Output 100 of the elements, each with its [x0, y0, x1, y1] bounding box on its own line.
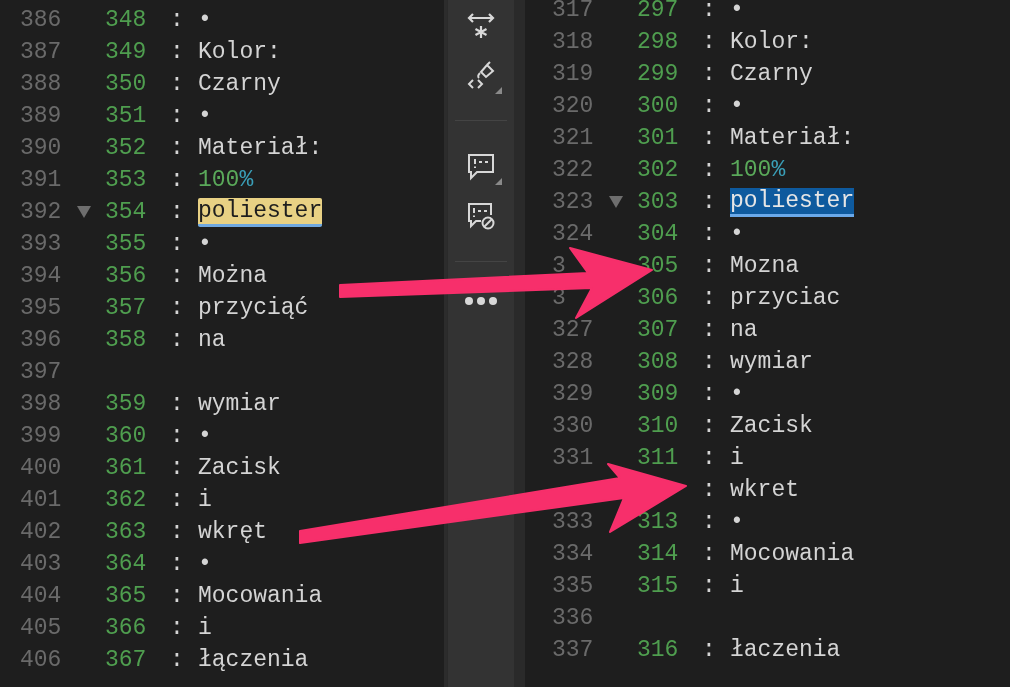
line-number: 396 [20, 326, 62, 353]
line-number: 405 [20, 614, 62, 641]
code-text: i [198, 615, 212, 641]
reference-number: 304 [637, 220, 679, 247]
line-number: 397 [20, 358, 62, 385]
separator-colon: : [702, 252, 716, 279]
reference-number: 308 [637, 348, 679, 375]
separator-colon: : [170, 70, 184, 97]
separator-colon: : [170, 230, 184, 257]
reference-number: 314 [637, 540, 679, 567]
line-number: 333 [552, 508, 594, 535]
comment-blocked-icon [466, 201, 496, 231]
code-text: łaczenia [730, 637, 841, 663]
separator-colon: : [170, 38, 184, 65]
separator-colon: : [702, 412, 716, 439]
reference-number: 349 [105, 38, 147, 65]
highlighted-text: poliester [198, 197, 323, 227]
code-text: przyciąć [198, 295, 309, 321]
reference-number: 355 [105, 230, 147, 257]
reference-number: 365 [105, 582, 147, 609]
reference-number: 367 [105, 646, 147, 673]
code-text: • [198, 103, 212, 129]
line-number: 387 [20, 38, 62, 65]
line-number: 323 [552, 188, 594, 215]
line-number: 329 [552, 380, 594, 407]
reference-number: 303 [637, 188, 679, 215]
code-text: wkręt [198, 519, 267, 545]
code-text: Kolor: [198, 39, 281, 65]
paint-bucket-code-icon [466, 60, 496, 90]
reference-number: 364 [105, 550, 147, 577]
reference-number: 348 [105, 6, 147, 33]
separator-colon: : [702, 60, 716, 87]
code-text: Zacisk [730, 413, 813, 439]
line-number: 402 [20, 518, 62, 545]
separator-colon: : [170, 518, 184, 545]
code-text: Materiał: [730, 125, 855, 151]
code-text: Mocowania [730, 541, 855, 567]
reference-number: 366 [105, 614, 147, 641]
line-number: 393 [20, 230, 62, 257]
separator-colon: : [170, 646, 184, 673]
code-text: wymiar [198, 391, 281, 417]
reference-number: 301 [637, 124, 679, 151]
reference-number: 297 [637, 0, 679, 23]
line-number: 334 [552, 540, 594, 567]
separator-colon: : [170, 262, 184, 289]
separator-colon: : [702, 540, 716, 567]
code-text: Można [198, 263, 267, 289]
line-number: 328 [552, 348, 594, 375]
line-number: 406 [20, 646, 62, 673]
splitter-bar[interactable] [515, 0, 525, 687]
separator-colon: : [170, 582, 184, 609]
reference-number: 357 [105, 294, 147, 321]
line-number: 335 [552, 572, 594, 599]
code-text: i [730, 573, 744, 599]
swap-arrows-icon [466, 10, 496, 40]
reference-number: 353 [105, 166, 147, 193]
separator-colon: : [170, 486, 184, 513]
code-text: i [730, 445, 744, 471]
line-number: 388 [20, 70, 62, 97]
code-text: Czarny [198, 71, 281, 97]
separator-colon: : [170, 134, 184, 161]
separator-colon: : [702, 316, 716, 343]
reference-number: 307 [637, 316, 679, 343]
separator-colon: : [702, 92, 716, 119]
code-text: Materiał: [198, 135, 323, 161]
fold-arrow-icon[interactable] [608, 195, 624, 209]
separator-colon: : [170, 614, 184, 641]
reference-number: 351 [105, 102, 147, 129]
separator-colon: : [170, 422, 184, 449]
separator-colon: : [170, 390, 184, 417]
reference-number: 363 [105, 518, 147, 545]
reference-number: 310 [637, 412, 679, 439]
separator-colon: : [170, 294, 184, 321]
reference-number: 313 [637, 508, 679, 535]
code-text: wkret [730, 477, 799, 503]
line-number: 386 [20, 6, 62, 33]
line-number: 399 [20, 422, 62, 449]
reference-number: 362 [105, 486, 147, 513]
separator-colon: : [702, 28, 716, 55]
reference-number: 299 [637, 60, 679, 87]
line-number: 392 [20, 198, 62, 225]
separator-colon: : [170, 326, 184, 353]
reference-number: 359 [105, 390, 147, 417]
separator-colon: : [170, 6, 184, 33]
code-text: • [198, 231, 212, 257]
reference-number: 309 [637, 380, 679, 407]
code-text: i [198, 487, 212, 513]
line-number: 330 [552, 412, 594, 439]
line-number: 389 [20, 102, 62, 129]
separator-colon: : [702, 124, 716, 151]
code-text: Mocowania [198, 583, 323, 609]
reference-number: 352 [105, 134, 147, 161]
separator-colon: : [702, 0, 716, 23]
line-number: 319 [552, 60, 594, 87]
reference-number: 302 [637, 156, 679, 183]
line-number: 317 [552, 0, 594, 23]
fold-arrow-icon[interactable] [76, 205, 92, 219]
separator-colon: : [170, 550, 184, 577]
code-text: • [730, 221, 744, 247]
line-number: 391 [20, 166, 62, 193]
